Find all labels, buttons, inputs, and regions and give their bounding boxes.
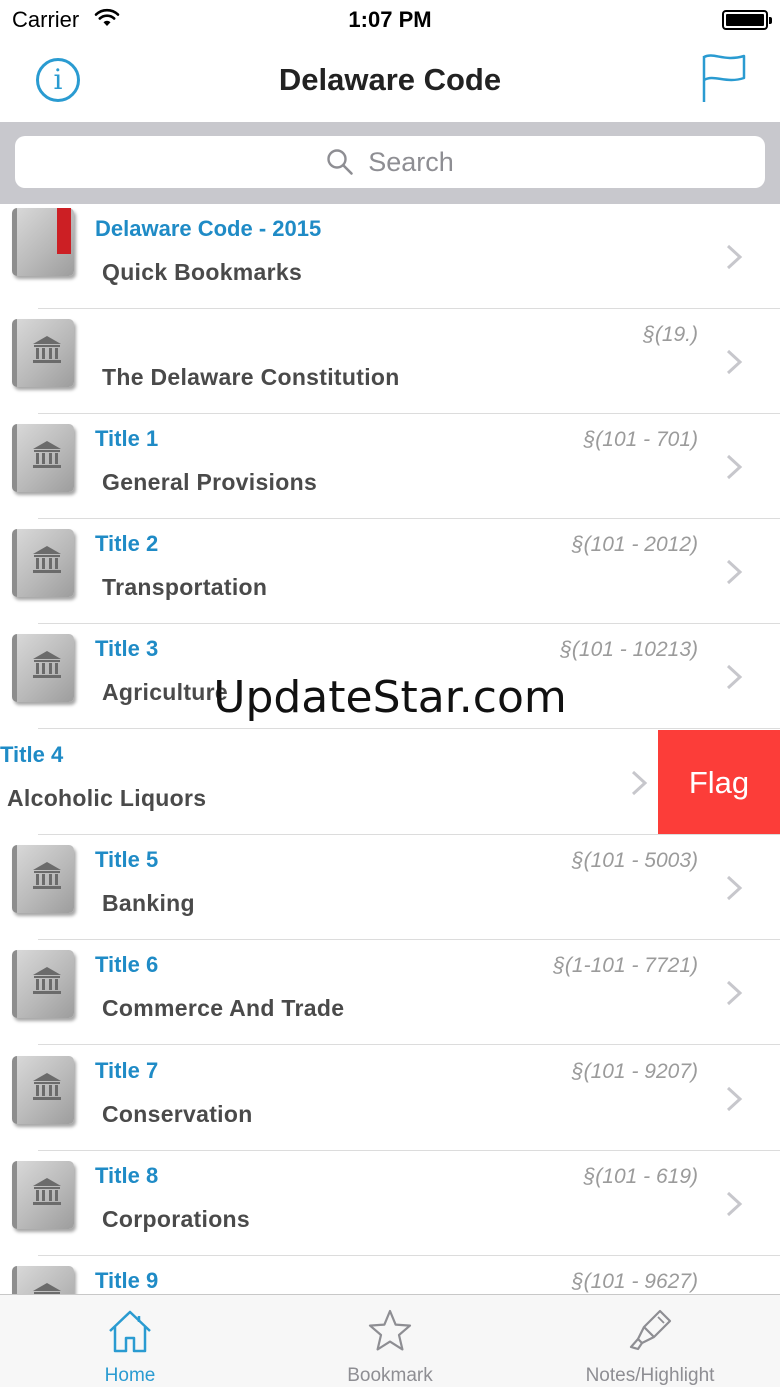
list-item-title-7[interactable]: Title 7 §(101 - 9207) Conservation (0, 1046, 780, 1151)
tab-bar: Home Bookmark Notes/Highlight (0, 1294, 780, 1387)
courthouse-book-icon (12, 1056, 74, 1124)
chevron-right-icon (726, 454, 743, 480)
chevron-right-icon (726, 980, 743, 1006)
row-title: Title 7 (95, 1058, 159, 1083)
courthouse-book-icon (12, 424, 74, 492)
tab-label: Bookmark (347, 1365, 433, 1386)
courthouse-book-icon (12, 1266, 74, 1294)
search-placeholder: Search (368, 146, 454, 177)
tab-label: Notes/Highlight (585, 1365, 715, 1386)
chevron-right-icon (726, 1086, 743, 1112)
courthouse-book-icon (12, 1161, 74, 1229)
chevron-right-icon (726, 664, 743, 690)
list-item-title-8[interactable]: Title 8 §(101 - 619) Corporations (0, 1151, 780, 1256)
search-icon (327, 149, 354, 175)
status-bar: Carrier 1:07 PM (0, 0, 780, 40)
row-title: Delaware Code - 2015 (95, 216, 322, 241)
tab-home[interactable]: Home (0, 1295, 260, 1387)
row-section-range: §(101 - 619) (583, 1165, 698, 1188)
star-icon (368, 1309, 412, 1351)
courthouse-book-icon (12, 845, 74, 913)
row-subtitle: General Provisions (102, 469, 318, 495)
row-subtitle: Conservation (102, 1101, 253, 1127)
chevron-right-icon (631, 770, 648, 796)
row-title: Title 1 (95, 426, 159, 451)
courthouse-book-icon (12, 634, 74, 702)
row-section-range: §(101 - 10213) (560, 638, 698, 661)
row-subtitle: The Delaware Constitution (102, 364, 400, 390)
row-subtitle: Transportation (102, 574, 268, 600)
search-bar: Search (0, 122, 780, 204)
row-subtitle: Alcoholic Liquors (7, 785, 207, 811)
tab-label: Home (104, 1365, 156, 1386)
navigation-bar: i Delaware Code (0, 40, 780, 122)
row-title: Title 9 (95, 1268, 159, 1293)
list-item-constitution[interactable]: §(19.) The Delaware Constitution (0, 309, 780, 414)
row-title: Title 2 (95, 531, 159, 556)
chevron-right-icon (726, 559, 743, 585)
flag-swipe-button[interactable]: Flag (658, 730, 780, 835)
list-item-title-2[interactable]: Title 2 §(101 - 2012) Transportation (0, 519, 780, 624)
chevron-right-icon (726, 349, 743, 375)
chevron-right-icon (726, 1191, 743, 1217)
row-section-range: §(101 - 9627) (571, 1270, 698, 1293)
search-input[interactable]: Search (15, 136, 765, 188)
row-section-range: §(1-101 - 7721) (553, 954, 698, 977)
row-subtitle: Corporations (102, 1206, 250, 1232)
row-subtitle: Commerce And Trade (102, 995, 345, 1021)
list-item-title-1[interactable]: Title 1 §(101 - 701) General Provisions (0, 414, 780, 519)
chevron-right-icon (726, 875, 743, 901)
row-section-range: §(101 - 2012) (571, 533, 698, 556)
battery-icon (722, 10, 772, 30)
code-list: Delaware Code - 2015 Quick Bookmarks §(1… (0, 204, 780, 1294)
highlighter-icon (629, 1309, 672, 1351)
row-section-range: §(19.) (643, 323, 698, 346)
courthouse-book-icon (12, 319, 74, 387)
list-item-title-3[interactable]: Title 3 §(101 - 10213) Agriculture (0, 624, 780, 729)
tab-bookmark[interactable]: Bookmark (260, 1295, 520, 1387)
row-subtitle: Banking (102, 890, 195, 916)
page-title: Delaware Code (278, 62, 502, 97)
row-section-range: §(101 - 5003) (571, 849, 698, 872)
tab-notes-highlight[interactable]: Notes/Highlight (520, 1295, 780, 1387)
row-title: Title 8 (95, 1163, 159, 1188)
list-item-title-4[interactable]: Title 4 Alcoholic Liquors Flag (0, 730, 780, 835)
row-title: Title 3 (95, 636, 159, 661)
list-item-title-6[interactable]: Title 6 §(1-101 - 7721) Commerce And Tra… (0, 940, 780, 1045)
list-item-title-9[interactable]: Title 9 §(101 - 9627) (0, 1256, 780, 1294)
row-title: Title 4 (0, 742, 64, 767)
row-title: Title 5 (95, 847, 159, 872)
courthouse-book-icon (12, 950, 74, 1018)
list-item-title-5[interactable]: Title 5 §(101 - 5003) Banking (0, 835, 780, 940)
status-time: 1:07 PM (348, 7, 432, 32)
courthouse-book-icon (12, 529, 74, 597)
bookmark-book-icon (12, 208, 74, 276)
flag-icon[interactable] (700, 52, 748, 104)
row-title: Title 6 (95, 952, 159, 977)
home-icon (109, 1310, 151, 1353)
row-section-range: §(101 - 9207) (571, 1060, 698, 1083)
list-item-quick-bookmarks[interactable]: Delaware Code - 2015 Quick Bookmarks (0, 204, 780, 309)
row-section-range: §(101 - 701) (583, 428, 698, 451)
chevron-right-icon (726, 244, 743, 270)
row-subtitle: Quick Bookmarks (102, 259, 303, 285)
row-subtitle: Agriculture (102, 679, 228, 705)
